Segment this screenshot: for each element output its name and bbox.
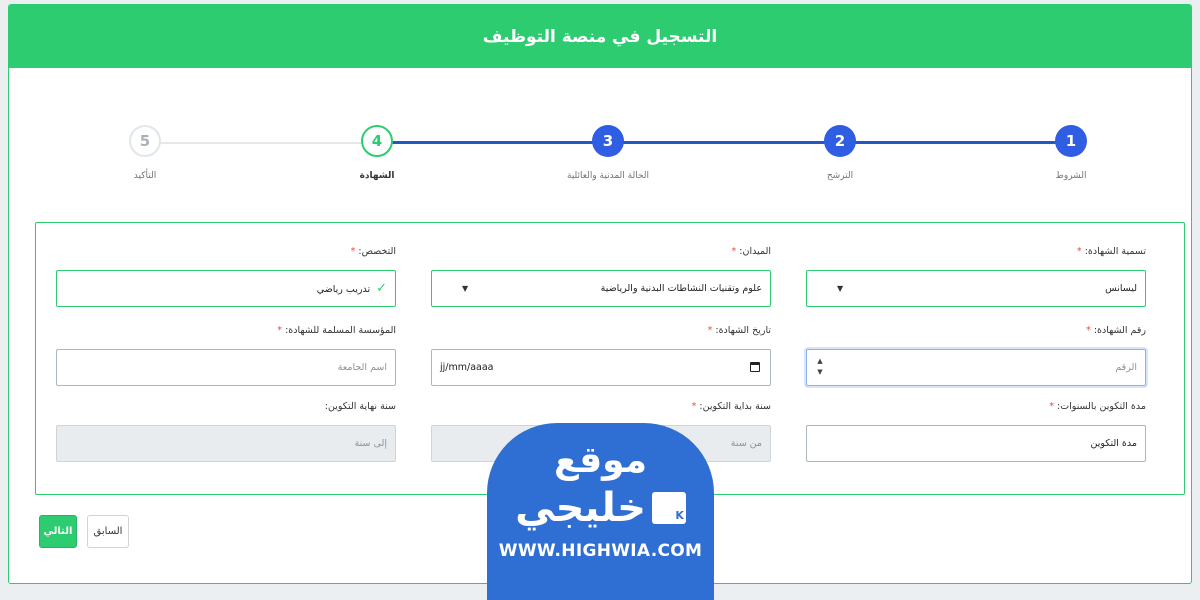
- next-button[interactable]: التالي: [39, 515, 77, 548]
- page-title: التسجيل في منصة التوظيف: [482, 26, 718, 47]
- specialty-field: التخصص: * ✓تدريب رياضي: [56, 245, 396, 307]
- step-2-candidacy[interactable]: 2 الترشح: [770, 120, 910, 181]
- step-number: 5: [129, 125, 161, 157]
- field-label: سنة نهاية التكوين:: [324, 401, 396, 412]
- watermark-top-text: موقع: [553, 440, 648, 481]
- step-number: 4: [361, 125, 393, 157]
- watermark-brand-text: خليجي: [515, 485, 646, 531]
- calendar-icon[interactable]: [750, 362, 760, 372]
- step-label: الحالة المدنية والعائلية: [567, 171, 649, 181]
- degree-number-input[interactable]: الرقم ▲ ▼: [806, 349, 1146, 386]
- step-4-degree[interactable]: 4 الشهادة: [307, 120, 447, 181]
- step-number: 3: [592, 125, 624, 157]
- training-end-field: سنة نهاية التكوين: إلى سنة: [56, 400, 396, 462]
- degree-name-field: تسمية الشهادة: * ليسانس ▼: [806, 245, 1146, 307]
- brand-logo-icon: K: [651, 492, 686, 524]
- chevron-down-icon: ▼: [462, 284, 469, 293]
- institution-input[interactable]: اسم الجامعة: [56, 349, 396, 386]
- step-number: 2: [824, 125, 856, 157]
- institution-field: المؤسسة المسلمة للشهادة: * اسم الجامعة: [56, 324, 396, 386]
- training-end-input: إلى سنة: [56, 425, 396, 462]
- page-header: التسجيل في منصة التوظيف: [9, 5, 1191, 68]
- field-domain-field: الميدان: * علوم وتقنيات النشاطات البدنية…: [431, 245, 771, 307]
- step-label: الشهادة: [359, 171, 395, 181]
- field-domain-select[interactable]: علوم وتقنيات النشاطات البدنية والرياضية …: [431, 270, 771, 307]
- field-label: التخصص: *: [350, 246, 396, 257]
- step-label: التأكيد: [133, 171, 157, 181]
- field-label: المؤسسة المسلمة للشهادة: *: [277, 325, 396, 336]
- step-1-conditions[interactable]: 1 الشروط: [1001, 120, 1141, 181]
- step-3-civil-status[interactable]: 3 الحالة المدنية والعائلية: [538, 120, 678, 181]
- degree-date-field: تاريخ الشهادة: * jj/mm/aaaa: [431, 324, 771, 386]
- site-watermark: موقع خليجي K WWW.HIGHWIA.COM: [487, 423, 714, 600]
- step-label: الشروط: [1055, 171, 1087, 181]
- number-spinner-icon[interactable]: ▲ ▼: [815, 357, 825, 377]
- degree-name-select[interactable]: ليسانس ▼: [806, 270, 1146, 307]
- checkmark-icon: ✓: [376, 281, 387, 296]
- field-label: رقم الشهادة: *: [1086, 325, 1146, 336]
- degree-date-input[interactable]: jj/mm/aaaa: [431, 349, 771, 386]
- step-label: الترشح: [826, 171, 854, 181]
- training-years-field: مدة التكوين بالسنوات: * مدة التكوين: [806, 400, 1146, 462]
- field-label: الميدان: *: [731, 246, 771, 257]
- stepper-line-complete: [377, 141, 1071, 144]
- field-label: تاريخ الشهادة: *: [707, 325, 771, 336]
- progress-stepper: 1 الشروط 2 الترشح 3 الحالة المدنية والعا…: [9, 120, 1191, 195]
- field-label: تسمية الشهادة: *: [1076, 246, 1146, 257]
- field-label: مدة التكوين بالسنوات: *: [1049, 401, 1146, 412]
- degree-number-field: رقم الشهادة: * الرقم ▲ ▼: [806, 324, 1146, 386]
- specialty-select[interactable]: ✓تدريب رياضي: [56, 270, 396, 307]
- training-years-input[interactable]: مدة التكوين: [806, 425, 1146, 462]
- watermark-url: WWW.HIGHWIA.COM: [498, 541, 703, 561]
- previous-button[interactable]: السابق: [87, 515, 129, 548]
- step-number: 1: [1055, 125, 1087, 157]
- chevron-down-icon: ▼: [837, 284, 844, 293]
- field-label: سنة بداية التكوين: *: [691, 401, 771, 412]
- step-5-confirmation[interactable]: 5 التأكيد: [75, 120, 215, 181]
